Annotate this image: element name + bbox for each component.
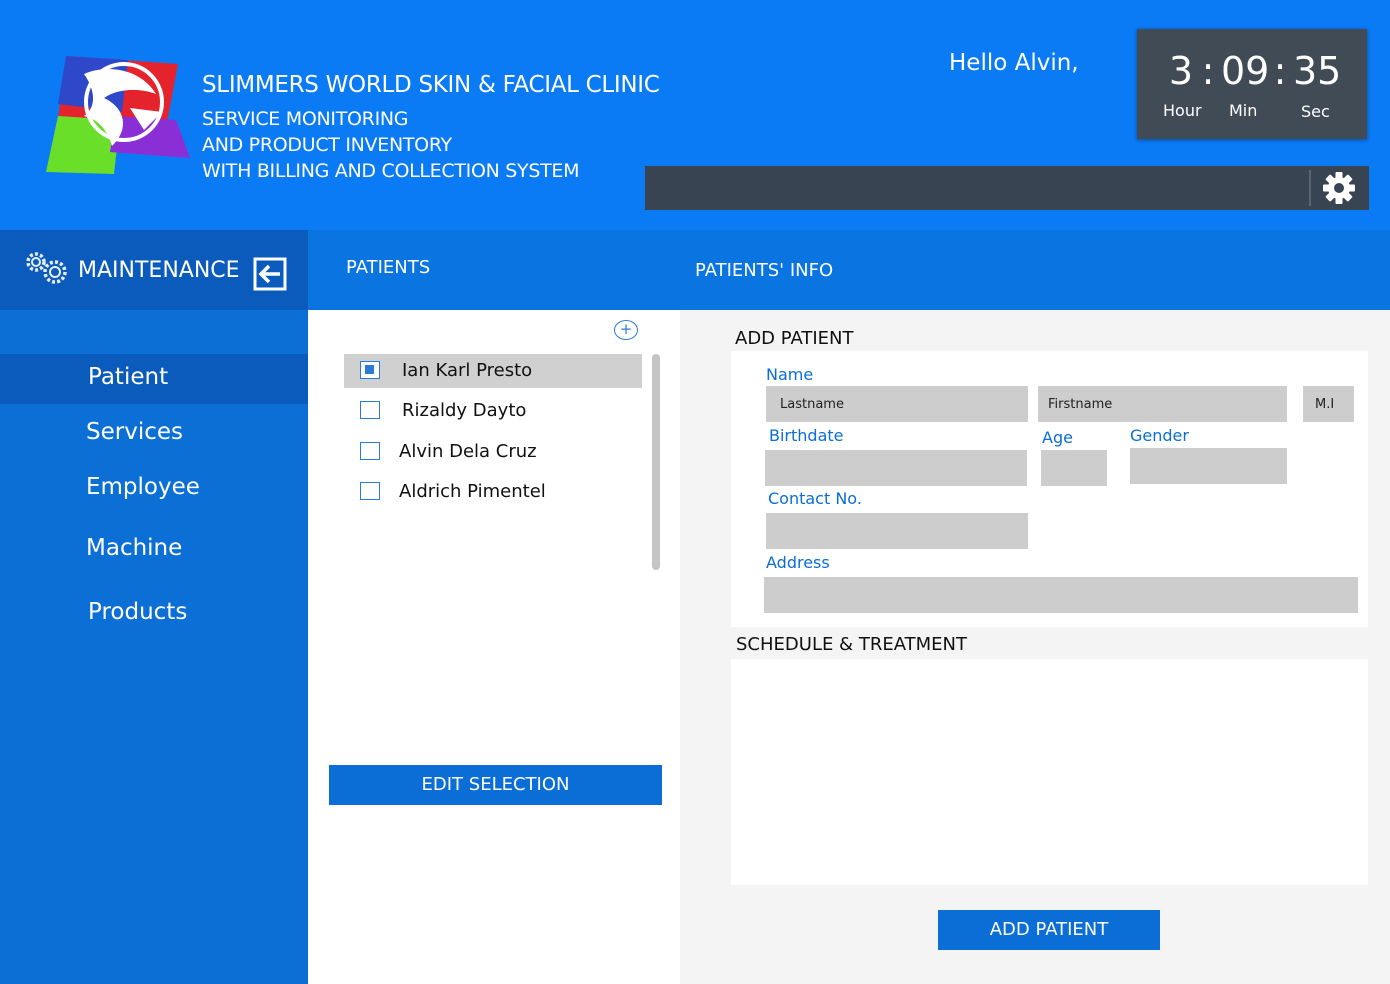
- address-label: Address: [766, 553, 830, 572]
- schedule-heading: SCHEDULE & TREATMENT: [736, 634, 967, 655]
- patients-scrollbar[interactable]: [652, 354, 660, 570]
- patient-row[interactable]: Alvin Dela Cruz: [344, 435, 642, 469]
- clock-min-label: Min: [1229, 101, 1258, 120]
- patient-row[interactable]: Ian Karl Presto: [344, 354, 642, 388]
- contact-label: Contact No.: [768, 489, 862, 508]
- brand-subtitle-line-1: SERVICE MONITORING: [202, 108, 409, 130]
- sidebar-item-label: Patient: [88, 364, 169, 390]
- clinic-logo: [46, 56, 190, 174]
- sidebar-nav: Patient Services Employee Machine Produc…: [0, 310, 308, 984]
- brand-subtitle-line-3: WITH BILLING AND COLLECTION SYSTEM: [202, 160, 580, 182]
- tab-patients-info[interactable]: PATIENTS' INFO: [695, 260, 833, 281]
- sidebar-item-products[interactable]: Products: [0, 589, 308, 639]
- patient-checkbox[interactable]: [360, 401, 380, 419]
- patient-name: Aldrich Pimentel: [399, 481, 546, 502]
- add-patient-heading: ADD PATIENT: [735, 328, 854, 349]
- clock-widget: 3 : 09 : 35 Hour Min Sec: [1137, 29, 1367, 139]
- clock-minutes: 09: [1221, 49, 1270, 93]
- middle-initial-field[interactable]: [1303, 386, 1354, 422]
- clock-separator: :: [1201, 49, 1215, 93]
- patient-name: Ian Karl Presto: [402, 360, 533, 381]
- patient-checkbox[interactable]: [360, 482, 380, 500]
- add-patient-button[interactable]: ADD PATIENT: [938, 910, 1160, 950]
- address-field[interactable]: [764, 577, 1358, 613]
- sidebar-item-patient[interactable]: Patient: [0, 354, 308, 404]
- add-patient-form: Name Birthdate Age Gender Contact No. Ad…: [731, 351, 1368, 627]
- clock-seconds: 35: [1293, 49, 1342, 93]
- app-header: SLIMMERS WORLD SKIN & FACIAL CLINIC SERV…: [0, 0, 1390, 230]
- patient-row[interactable]: Aldrich Pimentel: [344, 475, 642, 509]
- patient-checkbox[interactable]: [360, 361, 380, 379]
- add-patient-icon[interactable]: +: [614, 320, 638, 340]
- sidebar-item-label: Services: [86, 419, 183, 445]
- sidebar-item-label: Machine: [86, 535, 183, 561]
- search-divider: [1309, 170, 1311, 206]
- sidebar-item-employee[interactable]: Employee: [0, 464, 308, 514]
- age-label: Age: [1042, 428, 1073, 447]
- patient-name: Alvin Dela Cruz: [399, 441, 537, 462]
- clock-sec-label: Sec: [1301, 102, 1330, 121]
- brand-title: SLIMMERS WORLD SKIN & FACIAL CLINIC: [202, 72, 660, 98]
- clock-hour: 3: [1168, 49, 1194, 93]
- gear-icon: [1323, 172, 1355, 204]
- user-greeting: Hello Alvin,: [949, 50, 1079, 76]
- gender-field[interactable]: [1130, 448, 1287, 484]
- back-arrow-icon[interactable]: [253, 257, 287, 291]
- sidebar-title: MAINTENANCE: [78, 258, 240, 283]
- edit-selection-button[interactable]: EDIT SELECTION: [329, 765, 662, 805]
- sidebar-item-label: Products: [88, 599, 188, 625]
- search-bar[interactable]: [645, 166, 1369, 210]
- clock-separator: :: [1273, 49, 1287, 93]
- sidebar-item-machine[interactable]: Machine: [0, 525, 308, 575]
- birthdate-label: Birthdate: [769, 426, 844, 445]
- name-label: Name: [766, 365, 814, 384]
- contact-field[interactable]: [766, 513, 1028, 549]
- gender-label: Gender: [1130, 426, 1189, 445]
- brand-subtitle-line-2: AND PRODUCT INVENTORY: [202, 134, 452, 156]
- schedule-treatment-area[interactable]: [731, 659, 1368, 885]
- patient-info-panel: ADD PATIENT Name Birthdate Age Gender Co…: [680, 310, 1390, 984]
- sidebar-item-services[interactable]: Services: [0, 409, 308, 459]
- gears-icon: [26, 252, 67, 284]
- firstname-field[interactable]: [1038, 386, 1287, 422]
- patient-checkbox[interactable]: [360, 442, 380, 460]
- section-tab-bar: PATIENTS PATIENTS' INFO: [308, 230, 1390, 310]
- patient-row[interactable]: Rizaldy Dayto: [344, 394, 642, 428]
- settings-button[interactable]: [1319, 169, 1359, 207]
- patients-panel: + Ian Karl Presto Rizaldy Dayto Alvin De…: [308, 310, 680, 984]
- patient-name: Rizaldy Dayto: [402, 400, 527, 421]
- age-field[interactable]: [1041, 450, 1107, 486]
- birthdate-field[interactable]: [765, 450, 1027, 486]
- lastname-field[interactable]: [766, 386, 1028, 422]
- sidebar-item-label: Employee: [86, 474, 200, 500]
- tab-patients[interactable]: PATIENTS: [346, 257, 430, 278]
- sidebar-header: MAINTENANCE: [0, 230, 308, 310]
- checkbox-checked-mark: [365, 365, 374, 374]
- clock-hour-label: Hour: [1163, 101, 1202, 120]
